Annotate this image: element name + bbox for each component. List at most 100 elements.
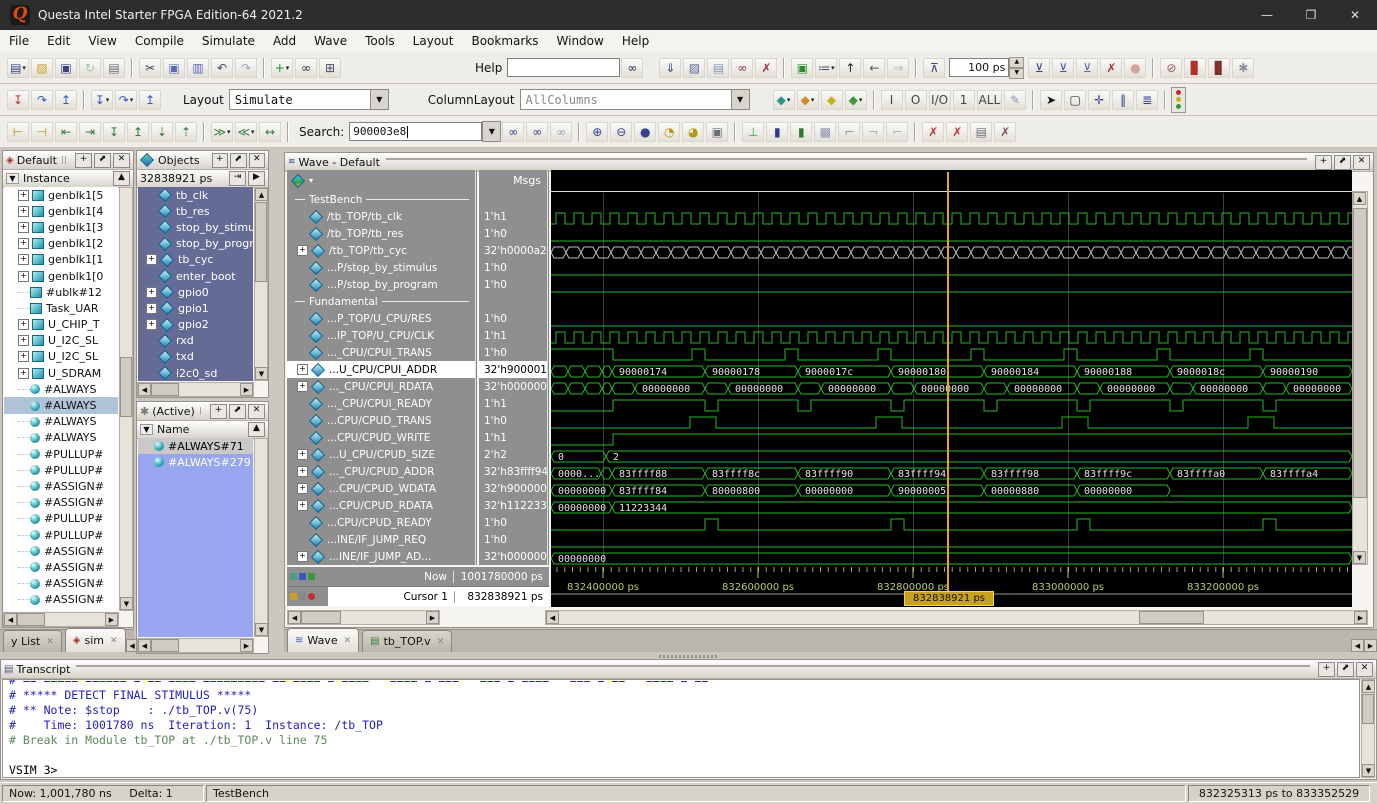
- menu-add[interactable]: Add: [264, 31, 305, 51]
- cursor-snap-button[interactable]: ⊥: [742, 122, 764, 142]
- scroll-down-button[interactable]: ▼: [255, 367, 268, 380]
- instance-tree-item[interactable]: #ALWAYS: [4, 381, 118, 397]
- wave-signal-name[interactable]: ..._CPU/CPUI_READY: [287, 395, 475, 412]
- panel-undock-button[interactable]: ⬈: [94, 153, 111, 168]
- up-hierarchy-button[interactable]: ↑: [839, 58, 861, 78]
- verror-button[interactable]: ∞: [731, 58, 753, 78]
- panel-add-button[interactable]: +: [75, 153, 92, 168]
- print-button[interactable]: ▤: [103, 58, 125, 78]
- panel-close-button[interactable]: ✕: [1353, 155, 1370, 170]
- instance-tree-item[interactable]: #PULLUP#: [4, 446, 118, 462]
- wave-signal-name[interactable]: /tb_TOP/tb_clk: [287, 208, 475, 225]
- open-file-button[interactable]: ▨: [31, 58, 53, 78]
- help-input[interactable]: [507, 58, 620, 77]
- wave-vertical-scrollbar[interactable]: ▲ ▼: [1352, 191, 1368, 565]
- zoom-out-button[interactable]: ⊖: [610, 122, 632, 142]
- objects-item[interactable]: enter_boot: [138, 268, 253, 284]
- wave-signal-name[interactable]: ...IP_TOP/U_CPU/CLK: [287, 327, 475, 344]
- zoom-in-button[interactable]: ⊕: [586, 122, 608, 142]
- panel-close-button[interactable]: ✕: [248, 404, 265, 419]
- tree-expand-button[interactable]: +: [146, 254, 157, 265]
- next-falling-edge-button[interactable]: ↥: [127, 122, 149, 142]
- scroll-right-button[interactable]: ▶: [240, 383, 253, 396]
- cursor-next-transition-button[interactable]: ⇥: [79, 122, 101, 142]
- tab-scroll-left[interactable]: ◀: [1351, 639, 1364, 652]
- objects-item[interactable]: +tb_cyc: [138, 252, 253, 268]
- next-rising-edge-button[interactable]: ⇡: [175, 122, 197, 142]
- panel-add-button[interactable]: +: [212, 153, 228, 168]
- wave-expand-button[interactable]: +: [297, 500, 308, 511]
- wave-cursor[interactable]: [947, 172, 949, 602]
- menu-compile[interactable]: Compile: [126, 31, 193, 51]
- window-grip[interactable]: [76, 665, 1310, 673]
- tree-expand-button[interactable]: +: [18, 319, 29, 330]
- tree-expand-button[interactable]: +: [18, 368, 29, 379]
- objects-item[interactable]: +gpio2: [138, 317, 253, 333]
- show-inputs-button[interactable]: I: [881, 90, 903, 110]
- wave-expand-button[interactable]: +: [297, 364, 308, 375]
- scroll-down-button[interactable]: ▼: [1353, 551, 1366, 564]
- canvas-horizontal-scrollbar[interactable]: ◀ ▶: [545, 610, 1368, 625]
- scroll-up-button[interactable]: ▲: [1353, 192, 1366, 205]
- wave-signal-name[interactable]: +...CPU/CPUD_RDATA: [287, 497, 475, 514]
- wave-signal-name[interactable]: +...U_CPU/CPUI_ADDR: [287, 361, 475, 378]
- menu-simulate[interactable]: Simulate: [193, 31, 264, 51]
- scroll-right-button[interactable]: ▶: [426, 611, 439, 624]
- grid-button[interactable]: ▩: [814, 122, 836, 142]
- add-selected-button[interactable]: +▾: [271, 58, 293, 78]
- redo-button[interactable]: ↷: [235, 58, 257, 78]
- instance-tree-item[interactable]: #PULLUP#: [4, 511, 118, 527]
- objects-item[interactable]: txd: [138, 349, 253, 365]
- any-edge-view-button[interactable]: ⌐: [886, 122, 908, 142]
- instance-tree-item[interactable]: +genblk1[0: [4, 268, 118, 284]
- tree-expand-button[interactable]: +: [18, 206, 29, 217]
- panel-add-button[interactable]: +: [1318, 662, 1335, 677]
- active-horizontal-scrollbar[interactable]: ◀ ▶: [137, 638, 254, 653]
- full-names-button[interactable]: ▮: [790, 122, 812, 142]
- tree-expand-button[interactable]: +: [18, 351, 29, 362]
- back-button[interactable]: ←: [863, 58, 885, 78]
- search-reverse-button[interactable]: ∞: [502, 122, 524, 142]
- column-filter-icon[interactable]: ▼: [6, 173, 19, 184]
- new-file-button[interactable]: ▤▾: [7, 58, 29, 78]
- panel-add-button[interactable]: +: [1315, 155, 1332, 170]
- tab-tb_top.v[interactable]: ▤tb_TOP.v✕: [362, 630, 452, 652]
- instance-tree-item[interactable]: #ALWAYS: [4, 414, 118, 430]
- copy-button[interactable]: ▣: [163, 58, 185, 78]
- cursor-prev-transition-button[interactable]: ⇤: [55, 122, 77, 142]
- refresh-button[interactable]: ↻: [79, 58, 101, 78]
- add-to-log-button[interactable]: ↥: [55, 90, 77, 110]
- search-input[interactable]: 900003e8: [349, 122, 482, 141]
- scroll-up-button[interactable]: ▶: [248, 171, 265, 186]
- wave-signal-name[interactable]: ...P/stop_by_stimulus: [287, 259, 475, 276]
- panel-undock-button[interactable]: ⬈: [1334, 155, 1351, 170]
- transcript-log[interactable]: # == ===== ====== = == ==== ========= ==…: [2, 679, 1360, 778]
- wave-expand-button[interactable]: +: [297, 245, 308, 256]
- sim-vertical-scrollbar[interactable]: ▼: [119, 187, 133, 611]
- prev-difference-button[interactable]: ✗: [922, 122, 944, 142]
- falling-edge-view-button[interactable]: ¬: [862, 122, 884, 142]
- wave-signal-name[interactable]: /tb_TOP/tb_res: [287, 225, 475, 242]
- wave-group-divider[interactable]: Fundamental: [287, 293, 475, 310]
- cursor-time-flag[interactable]: 832838921 ps: [904, 591, 994, 606]
- spinner-down[interactable]: ▼: [1009, 68, 1024, 79]
- zoom-range-button[interactable]: ▣: [706, 122, 728, 142]
- short-names-button[interactable]: ▮: [766, 122, 788, 142]
- instance-tree-item[interactable]: +genblk1[3: [4, 219, 118, 235]
- link-wave-button[interactable]: ◆: [821, 90, 843, 110]
- wave-signal-name[interactable]: ...INE/IF_JUMP_REQ: [287, 531, 475, 548]
- wave-signal-name[interactable]: +...U_CPU/CPUD_SIZE: [287, 446, 475, 463]
- menu-wave[interactable]: Wave: [305, 31, 356, 51]
- hand-button[interactable]: ✱: [1232, 58, 1254, 78]
- zoom-out-on-cursor-button[interactable]: ◕: [682, 122, 704, 142]
- tree-expand-button[interactable]: +: [18, 222, 29, 233]
- add-to-wave-button[interactable]: ↧: [7, 90, 29, 110]
- run-length-spinner[interactable]: 100 ps▲▼: [949, 57, 1024, 79]
- wave-signal-name[interactable]: +..._CPU/CPUI_RDATA: [287, 378, 475, 395]
- search-history-dropdown[interactable]: ▼: [482, 121, 501, 142]
- scroll-up-button[interactable]: ▲: [248, 422, 265, 437]
- stop-button[interactable]: ●: [1124, 58, 1146, 78]
- rising-edge-view-button[interactable]: ⌐: [838, 122, 860, 142]
- scroll-left-button[interactable]: ◀: [4, 613, 17, 626]
- wave-signal-name[interactable]: +...CPU/CPUD_WDATA: [287, 480, 475, 497]
